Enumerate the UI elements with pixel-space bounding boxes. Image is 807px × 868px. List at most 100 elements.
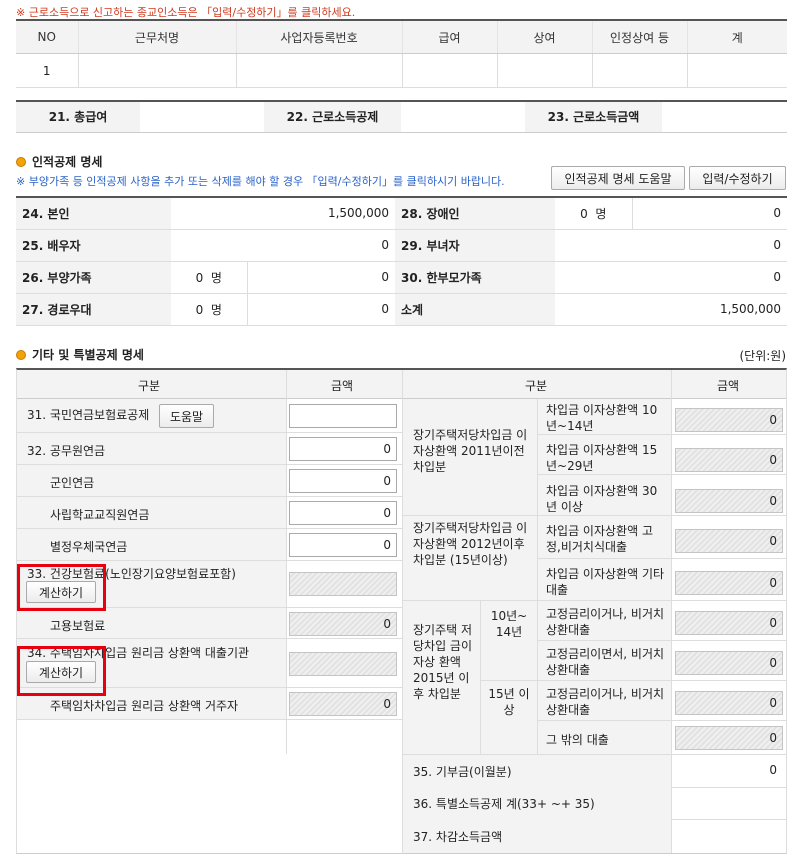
row-line [403, 600, 786, 601]
g1-row2-label: 차입금 이자상환액 15년~29년 [546, 443, 658, 473]
row-bonus [496, 53, 592, 88]
dependents-value: 0 [246, 261, 396, 294]
col-no: NO [16, 20, 78, 54]
row-line [537, 720, 786, 721]
divider [671, 755, 672, 853]
row-line [537, 474, 786, 475]
pension-help-button[interactable]: 도움말 [159, 404, 214, 428]
total-pay-label: 21. 총급여 [16, 101, 140, 132]
row-line [403, 515, 786, 516]
housing-resident-label: 주택임차차입금 원리금 상환액 거주자 [50, 699, 239, 713]
col-total: 계 [686, 20, 787, 54]
col-bonus: 상여 [496, 20, 592, 54]
postal-pension-input[interactable]: 0 [289, 533, 397, 557]
g3-row3-input: 0 [675, 691, 783, 715]
divider [671, 370, 672, 754]
right-col-amount: 금액 [717, 379, 740, 393]
highlight-box [17, 646, 106, 696]
self-label: 24. 본인 [16, 197, 171, 230]
civil-pension-input[interactable]: 0 [289, 437, 397, 461]
g3-row4-input: 0 [675, 726, 783, 750]
personal-title-text: 인적공제 명세 [32, 155, 103, 169]
teacher-pension-input[interactable]: 0 [289, 501, 397, 525]
col-biz-number: 사업자등록번호 [235, 20, 402, 54]
g1-row2-input: 0 [675, 448, 783, 472]
divider [286, 370, 287, 684]
group2-label: 장기주택저당차입금 이자상환액 2012년이후 차입분 (15년이상) [413, 521, 528, 567]
housing-lender-input [289, 652, 397, 676]
g1-row1-label: 차입금 이자상환액 10년~14년 [546, 403, 658, 433]
row-line [537, 640, 786, 641]
g3-row1-label: 고정금리이거나, 비거치상환대출 [546, 607, 665, 637]
left-col-category: 구분 [138, 379, 161, 393]
table-row: 1 [16, 53, 787, 88]
civil-pension-label: 32. 공무원연금 [27, 444, 106, 458]
personal-notice: ※ 부양가족 등 인적공제 사항을 추가 또는 삭제를 해야 할 경우 「입력/… [16, 175, 505, 188]
income-label: 23. 근로소득금액 [525, 101, 662, 132]
spouse-value: 0 [171, 229, 396, 262]
g2-row2-input: 0 [675, 571, 783, 595]
row-no: 1 [16, 53, 78, 88]
personal-help-button[interactable]: 인적공제 명세 도움말 [551, 166, 685, 190]
divider [537, 399, 538, 754]
row-biz-number [235, 53, 402, 88]
g3-row4-label: 그 밖의 대출 [546, 733, 609, 747]
g2-row1-input: 0 [675, 529, 783, 553]
g3-row2-input: 0 [675, 651, 783, 675]
left-col-amount: 금액 [331, 379, 354, 393]
dependents-count: 0 명 [171, 261, 247, 294]
row-line [17, 719, 402, 720]
col-recognized-bonus: 인정상여 등 [591, 20, 687, 54]
row-line [537, 434, 786, 435]
row-line [17, 560, 402, 561]
teacher-pension-label: 사립학교교직원연금 [50, 508, 150, 522]
subtotal-value: 1,500,000 [555, 293, 788, 326]
row-recognized-bonus [591, 53, 687, 88]
row-line [17, 528, 402, 529]
g1-row1-input: 0 [675, 408, 783, 432]
housing-resident-input: 0 [289, 692, 397, 716]
row-workplace [77, 53, 236, 88]
special-total-label: 36. 특별소득공제 계(33+ ~+ 35) [413, 797, 595, 811]
work-table: NO 근무처명 사업자등록번호 급여 상여 인정상여 등 계 1 [16, 19, 787, 88]
disabled-value: 0 [631, 197, 788, 230]
row-line [17, 638, 402, 639]
work-income-notice: ※ 근로소득으로 신고하는 종교인소득은 「입력/수정하기」를 클릭하세요. [16, 6, 356, 19]
dependents-label: 26. 부양가족 [16, 261, 171, 294]
personal-edit-button[interactable]: 입력/수정하기 [689, 166, 786, 190]
g2-row1-label: 차입금 이자상환액 고정,비거치식대출 [546, 524, 653, 554]
subtotal-label: 소계 [395, 293, 556, 326]
deduction-label: 22. 근로소득공제 [264, 101, 401, 132]
group3-sub1-label: 10년~ 14년 [490, 609, 528, 639]
disabled-label: 28. 장애인 [395, 197, 556, 230]
highlight-box [17, 564, 106, 611]
row-line [537, 558, 786, 559]
right-col-category: 구분 [525, 379, 548, 393]
unit-label: (단위:원) [739, 349, 786, 363]
row-total [686, 53, 787, 88]
pension-input[interactable] [289, 404, 397, 428]
disabled-count: 0 명 [555, 197, 633, 230]
single-parent-label: 30. 한부모가족 [395, 261, 556, 294]
divider [480, 600, 481, 754]
deduction-value [401, 101, 525, 132]
col-workplace: 근무처명 [77, 20, 236, 54]
self-value: 1,500,000 [171, 197, 396, 230]
health-insurance-input [289, 572, 397, 596]
g1-row3-label: 차입금 이자상환액 30년 이상 [546, 484, 658, 514]
elderly-label: 27. 경로우대 [16, 293, 171, 326]
g2-row2-label: 차입금 이자상환액 기타대출 [546, 567, 665, 597]
employment-insurance-label: 고용보험료 [50, 619, 106, 633]
personal-table: 24. 본인 1,500,000 28. 장애인 0 명 0 25. 배우자 0… [16, 196, 788, 326]
row-line [480, 680, 786, 681]
personal-section-title: 인적공제 명세 [16, 153, 102, 170]
children-label: 29. 부녀자 [395, 229, 556, 262]
bullet-icon [16, 349, 26, 360]
spouse-label: 25. 배우자 [16, 229, 171, 262]
single-parent-value: 0 [555, 261, 788, 294]
g3-row2-label: 고정금리이면서, 비거치상환대출 [546, 647, 665, 677]
income-value [662, 101, 787, 132]
row-salary [401, 53, 497, 88]
group3-label: 장기주택 저당차입 금이자상 환액 2015년 이후 차입분 [413, 623, 473, 701]
military-pension-input[interactable]: 0 [289, 469, 397, 493]
